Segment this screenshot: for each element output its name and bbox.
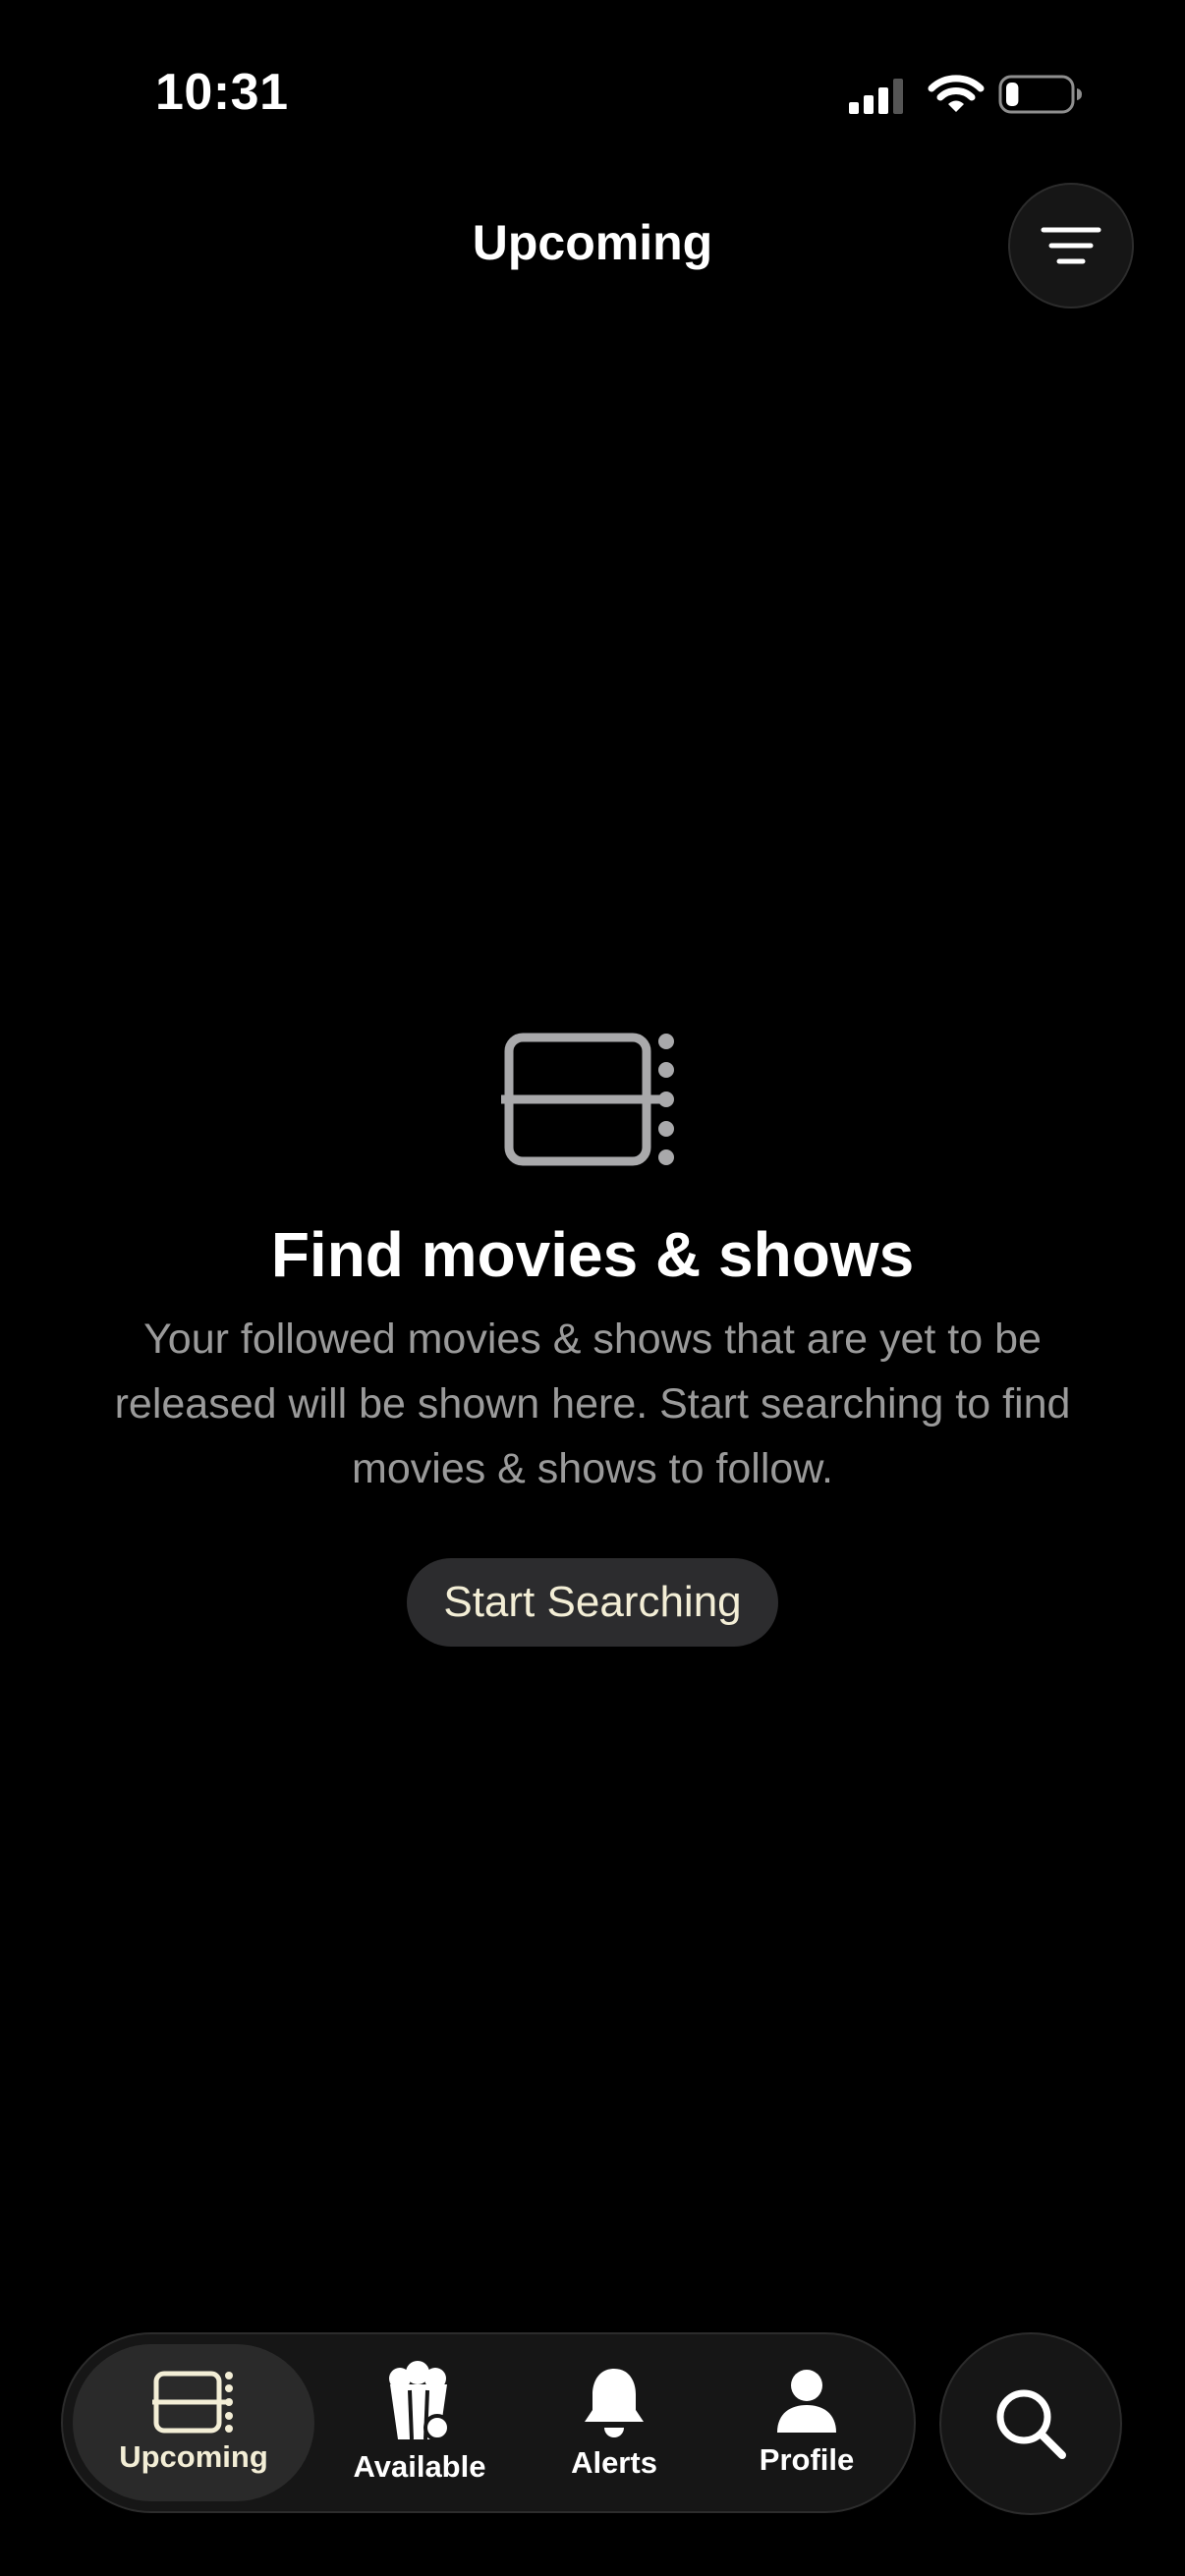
start-searching-button[interactable]: Start Searching [407, 1558, 778, 1647]
tab-bar: Upcoming Available Alerts Profile [61, 2332, 916, 2513]
status-time: 10:31 [155, 64, 289, 121]
tab-upcoming[interactable]: Upcoming [73, 2344, 314, 2501]
search-button[interactable] [939, 2332, 1122, 2515]
battery-icon [998, 75, 1082, 114]
tab-profile[interactable]: Profile [715, 2344, 898, 2501]
person-icon [777, 2370, 836, 2433]
wifi-icon [928, 75, 985, 112]
film-strip-icon [152, 2371, 233, 2434]
cellular-signal-icon [849, 79, 903, 114]
bell-icon [585, 2369, 644, 2437]
tab-alerts[interactable]: Alerts [525, 2344, 704, 2501]
tab-available[interactable]: Available [326, 2344, 513, 2501]
popcorn-icon [389, 2361, 451, 2441]
tab-label: Upcoming [119, 2439, 268, 2474]
status-bar: 10:31 [0, 0, 1185, 187]
film-strip-icon [501, 1033, 674, 1166]
filter-lines-icon [1041, 227, 1101, 264]
search-icon [996, 2389, 1066, 2459]
tab-label: Profile [759, 2442, 855, 2477]
tab-label: Alerts [571, 2445, 657, 2480]
empty-state-title: Find movies & shows [270, 1219, 915, 1290]
tab-label: Available [353, 2449, 486, 2484]
empty-state-description: Your followed movies & shows that are ye… [114, 1316, 1071, 1492]
filter-button[interactable] [1008, 183, 1134, 308]
